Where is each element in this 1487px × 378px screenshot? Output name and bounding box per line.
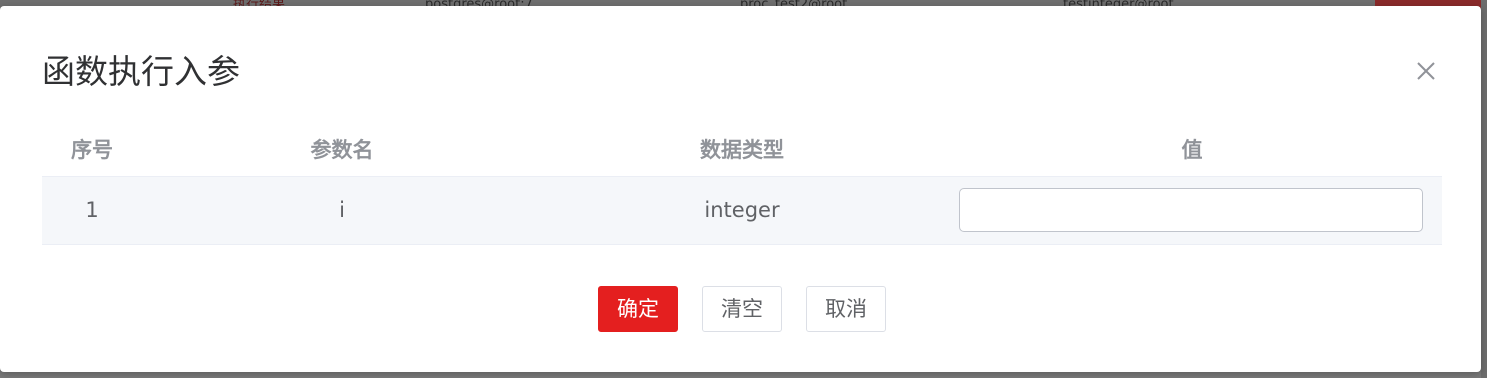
column-header-index: 序号 xyxy=(71,138,113,162)
dialog-title: 函数执行入参 xyxy=(42,52,240,91)
table-header: 序号 参数名 数据类型 值 xyxy=(42,124,1442,177)
column-header-type: 数据类型 xyxy=(700,138,784,162)
function-params-dialog: 函数执行入参 序号 参数名 数据类型 值 1 i integer 确定 清空 取… xyxy=(0,6,1481,372)
confirm-button[interactable]: 确定 xyxy=(598,286,678,332)
close-icon[interactable] xyxy=(1411,56,1441,86)
clear-button[interactable]: 清空 xyxy=(702,286,782,332)
cancel-button[interactable]: 取消 xyxy=(806,286,886,332)
param-type: integer xyxy=(704,198,780,222)
dialog-footer: 确定 清空 取消 xyxy=(0,286,1481,332)
param-name: i xyxy=(339,198,345,222)
background-gutter xyxy=(1481,0,1487,378)
row-index: 1 xyxy=(85,198,99,222)
table-row: 1 i integer xyxy=(42,177,1442,245)
column-header-name: 参数名 xyxy=(310,138,374,162)
param-value-input[interactable] xyxy=(959,188,1423,232)
params-table: 序号 参数名 数据类型 值 1 i integer xyxy=(42,124,1442,245)
column-header-value: 值 xyxy=(1181,138,1203,162)
